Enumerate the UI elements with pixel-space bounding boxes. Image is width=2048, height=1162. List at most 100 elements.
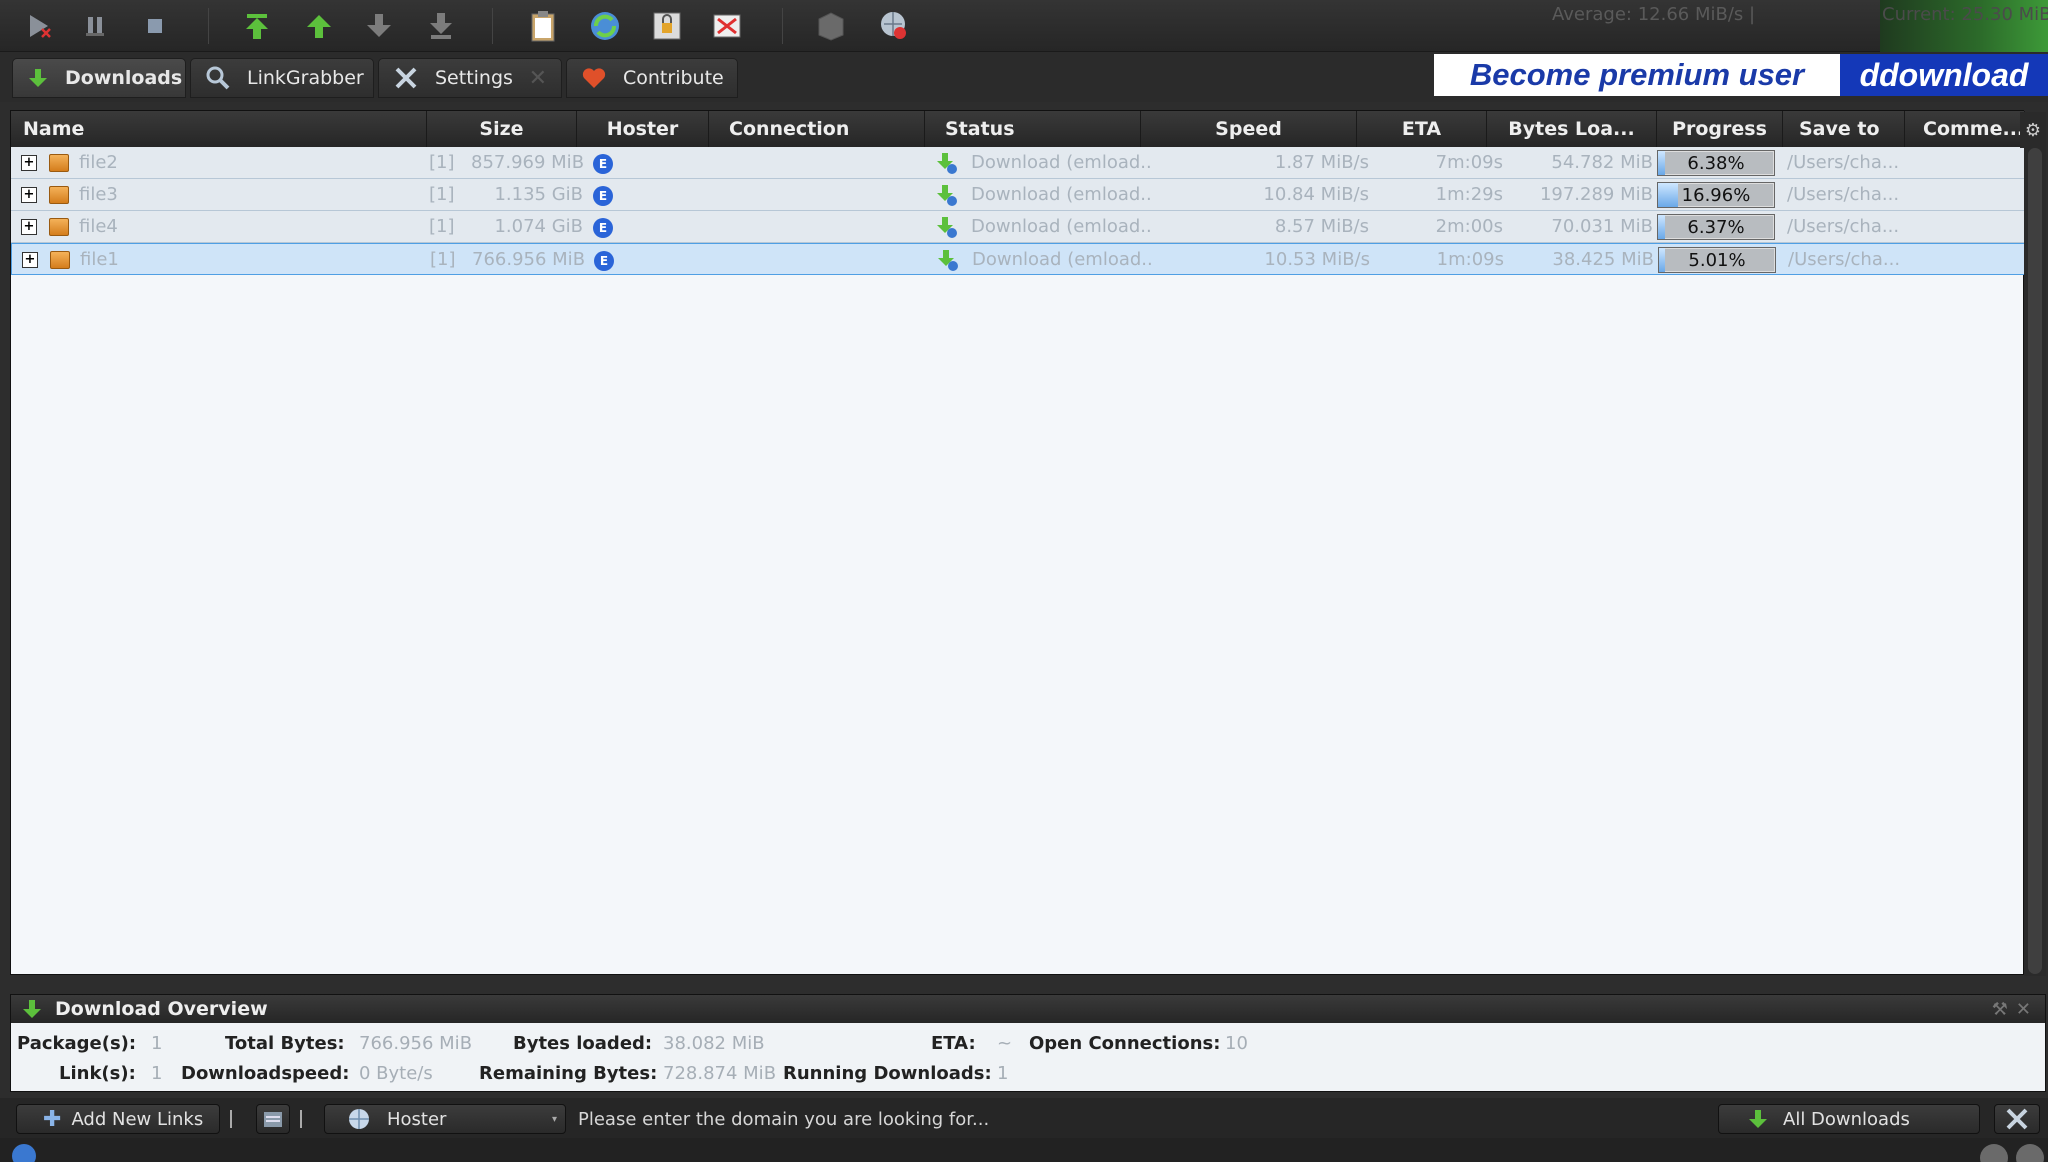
hoster-icon: E (593, 154, 613, 174)
reconnect-icon[interactable] (810, 6, 852, 46)
tab-settings-label: Settings (435, 67, 513, 89)
column-header-save-to[interactable]: Save to (1783, 111, 1905, 147)
bytes-loaded-label: Bytes loaded: (513, 1033, 653, 1054)
tab-downloads-label: Downloads (65, 67, 183, 89)
column-settings-icon[interactable]: ⚙ (2020, 112, 2046, 148)
download-speed: 10.53 MiB/s (1264, 249, 1370, 270)
file-size: 1.135 GiB (494, 184, 583, 205)
column-header-status[interactable]: Status (925, 111, 1141, 147)
move-to-top-icon[interactable] (236, 6, 278, 46)
auto-reconnect-icon[interactable] (584, 6, 626, 46)
column-header-speed[interactable]: Speed (1141, 111, 1357, 147)
save-to-path: /Users/cha... (1787, 216, 1900, 237)
column-header-eta[interactable]: ETA (1357, 111, 1487, 147)
download-speed: 10.84 MiB/s (1263, 184, 1369, 205)
stop-icon[interactable] (134, 6, 176, 46)
premium-icon[interactable] (646, 6, 688, 46)
table-row[interactable]: + file2 [1] 857.969 MiB E Download (emload...… (11, 147, 2025, 179)
overview-header: Download Overview ⚒✕ (11, 995, 2045, 1023)
pause-icon[interactable] (74, 6, 116, 46)
eta-label: ETA: (931, 1033, 976, 1054)
bytes-loaded-value: 38.082 MiB (663, 1033, 765, 1054)
table-row[interactable]: + file3 [1] 1.135 GiB E Download (emload.... 1… (11, 179, 2025, 211)
file-count: [1] (430, 249, 456, 270)
hoster-icon: E (594, 251, 614, 271)
download-eta: 2m:00s (1435, 216, 1503, 237)
expand-toggle[interactable]: + (21, 155, 37, 171)
main-toolbar: Average: 12.66 MiB/s | Current: 25.30 Mi… (0, 0, 2048, 52)
table-row[interactable]: + file1 [1] 766.956 MiB E Download (emload...… (11, 243, 2025, 275)
column-header-progress[interactable]: Progress (1657, 111, 1783, 147)
save-to-path: /Users/cha... (1788, 249, 1901, 270)
total-bytes-label: Total Bytes: (225, 1033, 345, 1054)
bottom-bar: ✚ Add New Links Hoster ▾ All Downloads (0, 1098, 2048, 1138)
hoster-icon: E (593, 186, 613, 206)
scrollbar-thumb[interactable] (2028, 148, 2042, 974)
bytes-loaded: 54.782 MiB (1551, 152, 1653, 173)
search-input[interactable] (570, 1104, 1704, 1134)
tab-settings[interactable]: Settings ✕ (378, 58, 562, 98)
progress-bar: 6.37% (1657, 214, 1775, 240)
download-status: Download (emload.... (971, 216, 1151, 237)
bytes-loaded: 197.289 MiB (1539, 184, 1653, 205)
column-header-size[interactable]: Size (427, 111, 577, 147)
tab-linkgrabber[interactable]: LinkGrabber (190, 58, 374, 98)
hoster-select[interactable]: Hoster ▾ (324, 1104, 566, 1134)
update-icon[interactable] (872, 6, 914, 46)
expand-toggle[interactable]: + (22, 252, 38, 268)
column-header-bytes-loaded[interactable]: Bytes Loa... (1487, 111, 1657, 147)
tray-icon[interactable] (2016, 1144, 2044, 1162)
tab-downloads[interactable]: Downloads (12, 58, 186, 98)
clipboard-observer-icon[interactable] (522, 6, 564, 46)
bytes-loaded: 70.031 MiB (1551, 216, 1653, 237)
column-header-connection[interactable]: Connection (709, 111, 925, 147)
expand-toggle[interactable]: + (21, 187, 37, 203)
jdownloader-status-icon[interactable] (12, 1144, 36, 1162)
move-down-icon[interactable] (358, 6, 400, 46)
column-header-comment[interactable]: Comme... (1905, 111, 2025, 147)
package-icon (49, 218, 69, 236)
linkgrabber-icon (205, 65, 231, 91)
download-status: Download (emload.... (971, 184, 1151, 205)
package-options-arrow-icon[interactable] (300, 1110, 306, 1128)
download-speed: 8.57 MiB/s (1274, 216, 1369, 237)
add-links-menu-arrow-icon[interactable] (230, 1110, 236, 1128)
overview-tools[interactable]: ⚒✕ (1992, 999, 2039, 1020)
column-header-hoster[interactable]: Hoster (577, 111, 709, 147)
open-connections-value: 10 (1225, 1033, 1248, 1054)
table-header: Name Size Hoster Connection Status Speed… (11, 111, 2025, 147)
download-status: Download (emload.... (971, 152, 1151, 173)
expand-toggle[interactable]: + (21, 219, 37, 235)
package-options-icon[interactable] (256, 1104, 290, 1134)
globe-icon (347, 1107, 371, 1131)
view-select-label: All Downloads (1783, 1108, 1910, 1130)
add-new-links-button[interactable]: ✚ Add New Links (16, 1104, 220, 1134)
column-header-name[interactable]: Name (11, 111, 427, 147)
close-tab-icon[interactable]: ✕ (529, 66, 547, 91)
premium-banner[interactable]: Become premium user ddownload (1434, 54, 2048, 96)
running-downloads-label: Running Downloads: (783, 1063, 992, 1084)
table-row[interactable]: + file4 [1] 1.074 GiB E Download (emload.... 8… (11, 211, 2025, 243)
file-count: [1] (429, 184, 455, 205)
tab-contribute-label: Contribute (623, 67, 724, 89)
download-overview-panel: Download Overview ⚒✕ Package(s): 1 Total… (10, 994, 2046, 1092)
move-to-bottom-icon[interactable] (420, 6, 462, 46)
remaining-bytes-label: Remaining Bytes: (479, 1063, 658, 1084)
eta-value: ~ (997, 1033, 1013, 1054)
file-name: file3 (79, 184, 118, 205)
progress-text: 16.96% (1681, 185, 1751, 206)
quick-settings-icon[interactable] (1994, 1104, 2040, 1134)
start-downloads-icon[interactable] (18, 6, 60, 46)
tab-contribute[interactable]: Contribute (566, 58, 738, 98)
tray-icon[interactable] (1980, 1144, 2008, 1162)
overview-title: Download Overview (55, 998, 268, 1020)
hoster-icon: E (593, 218, 613, 238)
silent-mode-icon[interactable] (706, 6, 748, 46)
progress-bar: 6.38% (1657, 150, 1775, 176)
file-name: file4 (79, 216, 118, 237)
package-icon (49, 154, 69, 172)
vertical-scrollbar[interactable] (2024, 148, 2046, 976)
move-up-icon[interactable] (298, 6, 340, 46)
bytes-loaded: 38.425 MiB (1552, 249, 1654, 270)
view-select[interactable]: All Downloads (1718, 1104, 1980, 1134)
